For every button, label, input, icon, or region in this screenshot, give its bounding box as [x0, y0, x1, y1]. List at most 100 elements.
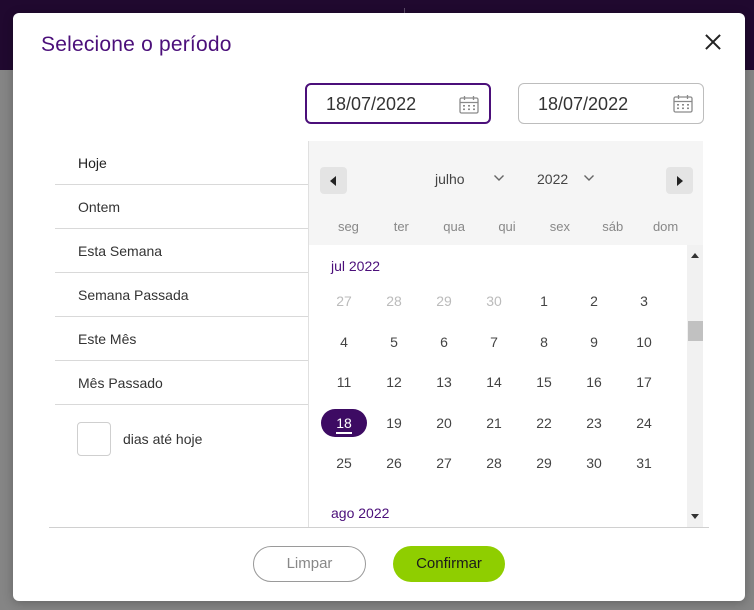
- arrow-left-icon: [330, 176, 336, 186]
- weekday-label: seg: [337, 219, 359, 234]
- day-cell[interactable]: 30: [471, 287, 517, 315]
- start-date-field[interactable]: 18/07/2022: [305, 83, 491, 124]
- scrollbar-thumb[interactable]: [688, 321, 703, 341]
- prev-month-button[interactable]: [320, 167, 347, 194]
- day-number: 28: [486, 455, 502, 471]
- day-cell[interactable]: 30: [571, 449, 617, 477]
- year-select[interactable]: 2022: [537, 171, 568, 187]
- day-cell[interactable]: 8: [521, 328, 567, 356]
- quick-option-ontem[interactable]: Ontem: [55, 185, 308, 229]
- day-cell[interactable]: 28: [371, 287, 417, 315]
- day-number: 23: [586, 414, 602, 431]
- day-number: 1: [540, 293, 548, 309]
- chevron-down-icon: [494, 175, 504, 181]
- weekday-label: sáb: [602, 219, 624, 234]
- day-cell[interactable]: 20: [421, 409, 467, 437]
- day-cell[interactable]: 4: [321, 328, 367, 356]
- day-cell[interactable]: 12: [371, 368, 417, 396]
- weekday-header: seg ter qua qui sex sáb dom: [322, 219, 692, 234]
- day-cell[interactable]: 26: [371, 449, 417, 477]
- day-cell[interactable]: 25: [321, 449, 367, 477]
- close-icon[interactable]: [700, 29, 726, 55]
- day-number: 21: [486, 414, 502, 431]
- day-number: 11: [336, 374, 352, 390]
- day-number: 10: [636, 333, 652, 350]
- quick-option-semana-passada[interactable]: Semana Passada: [55, 273, 308, 317]
- day-cell[interactable]: 5: [371, 328, 417, 356]
- day-number: 2: [590, 293, 598, 309]
- day-cell[interactable]: 15: [521, 368, 567, 396]
- day-cell[interactable]: 10: [621, 328, 667, 356]
- confirm-button[interactable]: Confirmar: [393, 546, 505, 582]
- scroll-down-icon[interactable]: [691, 514, 699, 519]
- day-cell[interactable]: 17: [621, 368, 667, 396]
- day-cell[interactable]: 27: [321, 287, 367, 315]
- day-number: 31: [636, 455, 652, 471]
- day-cell[interactable]: 22: [521, 409, 567, 437]
- day-cell[interactable]: 3: [621, 287, 667, 315]
- day-cell[interactable]: 29: [421, 287, 467, 315]
- day-cell[interactable]: 1: [521, 287, 567, 315]
- day-number: 30: [486, 293, 502, 309]
- end-date-field[interactable]: 18/07/2022: [518, 83, 704, 124]
- day-number: 13: [436, 374, 452, 390]
- day-cell[interactable]: 27: [421, 449, 467, 477]
- weekday-label: ter: [393, 219, 409, 234]
- day-number: 26: [386, 455, 402, 471]
- day-cell[interactable]: 24: [621, 409, 667, 437]
- day-cell[interactable]: 14: [471, 368, 517, 396]
- month-section-label: jul 2022: [331, 258, 381, 274]
- day-cell-selected[interactable]: 18: [321, 408, 367, 437]
- clear-button[interactable]: Limpar: [253, 546, 366, 582]
- month-select[interactable]: julho: [435, 171, 465, 187]
- calendar-scrollbar[interactable]: [687, 245, 703, 527]
- day-cell[interactable]: 13: [421, 368, 467, 396]
- day-number: 18: [336, 414, 352, 434]
- day-cell[interactable]: 16: [571, 368, 617, 396]
- day-cell[interactable]: 6: [421, 328, 467, 356]
- quick-option-mes-passado[interactable]: Mês Passado: [55, 361, 308, 405]
- day-number: 19: [386, 414, 402, 431]
- scroll-up-icon[interactable]: [691, 253, 699, 258]
- modal-title: Selecione o período: [41, 33, 232, 56]
- day-number: 5: [390, 333, 398, 350]
- calendar-icon[interactable]: [459, 95, 479, 114]
- next-month-button[interactable]: [666, 167, 693, 194]
- day-cell[interactable]: 29: [521, 449, 567, 477]
- quick-option-este-mes[interactable]: Este Mês: [55, 317, 308, 361]
- day-number: 16: [586, 374, 602, 390]
- day-cell[interactable]: 31: [621, 449, 667, 477]
- calendar-icon[interactable]: [673, 94, 693, 113]
- chevron-down-icon: [584, 175, 594, 181]
- days-count-input[interactable]: [77, 422, 111, 456]
- day-cell[interactable]: 11: [321, 368, 367, 396]
- day-number: 17: [636, 374, 652, 390]
- day-number: 29: [536, 455, 552, 471]
- quick-option-hoje[interactable]: Hoje: [55, 141, 308, 185]
- arrow-right-icon: [677, 176, 683, 186]
- end-date-value: 18/07/2022: [538, 94, 629, 114]
- day-number: 8: [540, 333, 548, 350]
- quick-period-list: Hoje Ontem Esta Semana Semana Passada Es…: [55, 141, 308, 405]
- month-section-label: ago 2022: [331, 505, 390, 521]
- day-number: 14: [486, 374, 502, 390]
- day-cell[interactable]: 9: [571, 328, 617, 356]
- start-date-value: 18/07/2022: [326, 94, 417, 114]
- day-cell[interactable]: 19: [371, 409, 417, 437]
- day-number: 27: [436, 455, 452, 471]
- day-number: 9: [590, 333, 598, 350]
- day-number: 25: [336, 455, 352, 471]
- day-number: 24: [636, 414, 652, 431]
- calendar-panel: julho 2022 seg ter qua qui sex sáb dom j…: [308, 141, 703, 527]
- day-number: 29: [436, 293, 452, 309]
- quick-option-esta-semana[interactable]: Esta Semana: [55, 229, 308, 273]
- weekday-label: qua: [443, 219, 465, 234]
- day-cell[interactable]: 28: [471, 449, 517, 477]
- day-cell[interactable]: 7: [471, 328, 517, 356]
- day-number: 22: [536, 414, 552, 431]
- day-number: 4: [340, 333, 348, 350]
- day-number: 12: [386, 374, 402, 390]
- day-cell[interactable]: 23: [571, 409, 617, 437]
- day-cell[interactable]: 2: [571, 287, 617, 315]
- day-cell[interactable]: 21: [471, 409, 517, 437]
